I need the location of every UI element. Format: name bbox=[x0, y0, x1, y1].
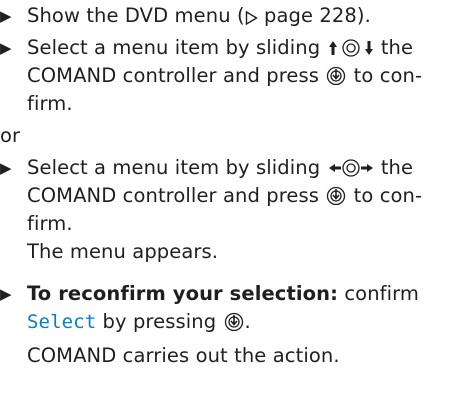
or-separator: or bbox=[0, 124, 21, 147]
reconfirm-heading: To reconfirm your selection: bbox=[27, 282, 339, 305]
controller-slide-left-right-icon bbox=[327, 158, 375, 178]
page-reference-icon bbox=[245, 10, 258, 26]
controller-press-icon bbox=[325, 66, 347, 86]
page-reference-link[interactable]: page 228 bbox=[264, 4, 357, 27]
step-reconfirm-line2: Select by pressing . bbox=[27, 310, 251, 333]
step-result-action-carried-out: COMAND carries out the action. bbox=[27, 344, 340, 367]
step-select-vertical-line3: firm. bbox=[27, 92, 73, 115]
step-select-horizontal-line1: Select a menu item by sliding the bbox=[27, 156, 414, 179]
bullet-icon: ▶ bbox=[0, 285, 12, 303]
bullet-icon: ▶ bbox=[0, 7, 12, 25]
step-select-horizontal-line2: COMAND controller and press to con- bbox=[27, 184, 423, 207]
controller-press-icon bbox=[223, 312, 245, 332]
bullet-icon: ▶ bbox=[0, 39, 12, 57]
step-show-dvd-menu: Show the DVD menu ( page 228). bbox=[27, 4, 371, 27]
step-select-vertical-line1: Select a menu item by sliding the bbox=[27, 36, 414, 59]
controller-press-icon bbox=[325, 186, 347, 206]
step-select-horizontal-line3: firm. bbox=[27, 212, 73, 235]
bullet-icon: ▶ bbox=[0, 159, 12, 177]
step-result-menu-appears: The menu appears. bbox=[27, 240, 219, 263]
select-softkey-label: Select bbox=[27, 311, 97, 333]
controller-slide-up-down-icon bbox=[327, 38, 375, 58]
step-reconfirm-line1: To reconfirm your selection: confirm bbox=[27, 282, 420, 305]
step-select-vertical-line2: COMAND controller and press to con- bbox=[27, 64, 423, 87]
